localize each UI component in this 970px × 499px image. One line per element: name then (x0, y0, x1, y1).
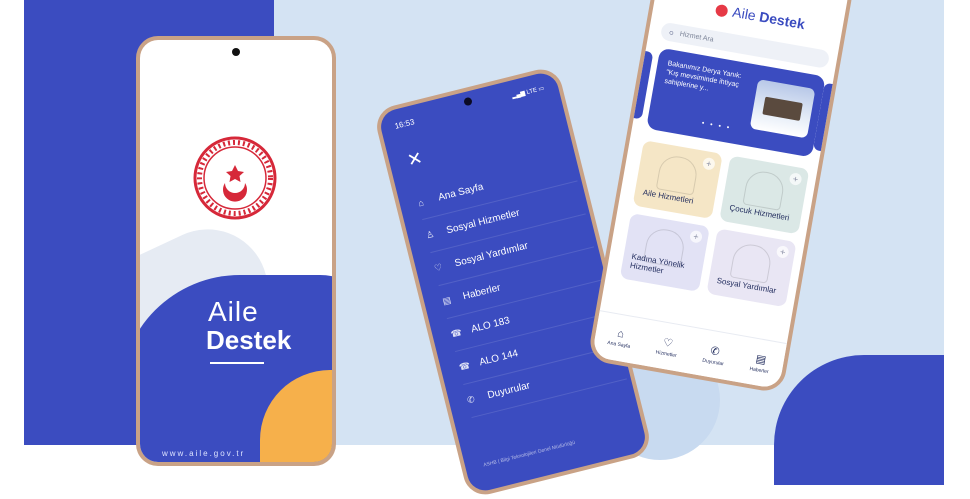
news-icon: ▤ (441, 294, 453, 307)
card-kadina-yonelik-hizmetler[interactable]: + Kadına Yönelik Hizmetler (619, 213, 710, 292)
tab-label: Haberler (749, 365, 770, 375)
banner-text: Bakanımız Derya Yanık: "Kış mevsiminde i… (663, 60, 742, 93)
plus-icon[interactable]: + (775, 245, 790, 259)
search-icon: ○ (668, 27, 675, 38)
website-url: www.aile.gov.tr (162, 449, 246, 458)
phone-splash: Aile Destek www.aile.gov.tr (136, 36, 336, 466)
battery-icon: ▭ (537, 85, 545, 94)
plus-icon[interactable]: + (689, 229, 703, 244)
news-banner[interactable]: Bakanımız Derya Yanık: "Kış mevsiminde i… (646, 47, 826, 158)
close-icon[interactable]: ✕ (405, 148, 424, 171)
status-time: 16:53 (393, 117, 416, 131)
signal-icon: ▂▄▆ (511, 90, 526, 100)
home-icon: ⌂ (616, 327, 625, 341)
hands-illustration-icon (729, 241, 774, 284)
people-icon: ♙ (424, 228, 436, 241)
ministry-seal-icon (193, 136, 277, 220)
tab-ana-sayfa[interactable]: ⌂ Ana Sayfa (607, 326, 633, 350)
tab-label: Ana Sayfa (606, 339, 631, 350)
tab-duyurular[interactable]: ✆ Duyurular (701, 342, 727, 367)
home-icon: ⌂ (416, 196, 425, 208)
tab-label: Duyurular (701, 357, 725, 367)
plus-icon[interactable]: + (701, 156, 716, 171)
app-logo: Aile Destek (714, 1, 807, 33)
menu-item-label: ALO 183 (470, 315, 512, 336)
child-illustration-icon (742, 168, 787, 211)
footer-credit: ASHB | Bilgi Teknolojileri Genel Müdürlü… (482, 439, 576, 469)
tab-haberler[interactable]: ▤ Haberler (749, 351, 772, 375)
tab-hizmetler[interactable]: ♡ Hizmetler (655, 334, 679, 358)
news-icon: ▤ (754, 352, 768, 367)
network-label: LTE (526, 87, 538, 96)
megaphone-icon: ✆ (466, 393, 476, 406)
hand-heart-icon: ♡ (433, 261, 444, 274)
logo-underline (210, 362, 264, 364)
app-logo-text-bold: Destek (206, 325, 292, 355)
card-cocuk-hizmetleri[interactable]: + Çocuk Hizmetleri (719, 155, 810, 235)
family-illustration-icon (655, 153, 700, 196)
menu-item-label: ALO 144 (478, 348, 520, 369)
status-icons: ▂▄▆ LTE ▭ (511, 85, 545, 100)
banner-image (749, 79, 816, 139)
carousel-dots: • • • • (701, 120, 732, 133)
menu-item-label: Sosyal Hizmetler (445, 207, 521, 237)
megaphone-icon: ✆ (709, 344, 721, 358)
app-logo-text: Aile (208, 296, 259, 327)
camera-icon (463, 96, 473, 107)
menu-item-label: Ana Sayfa (437, 181, 485, 204)
app-logo-text-bold: Destek (758, 8, 807, 33)
phone-icon: ☎ (457, 360, 472, 373)
tab-label: Hizmetler (655, 348, 678, 359)
app-logo-text: Aile (731, 3, 758, 24)
menu-item-label: Sosyal Yardımlar (453, 240, 530, 270)
card-sosyal-yardimlar[interactable]: + Sosyal Yardımlar (706, 228, 797, 308)
logo-mark-icon (714, 4, 729, 18)
camera-icon (232, 48, 240, 56)
menu-item-label: Haberler (461, 282, 502, 303)
menu-item-label: Duyurular (486, 380, 532, 402)
phone-icon: ☎ (449, 327, 463, 340)
search-placeholder: Hizmet Ara (679, 30, 715, 44)
hand-heart-icon: ♡ (662, 336, 675, 350)
plus-icon[interactable]: + (788, 172, 803, 187)
splash-screen: Aile Destek www.aile.gov.tr (140, 40, 332, 462)
card-aile-hizmetleri[interactable]: + Aile Hizmetleri (632, 140, 723, 220)
